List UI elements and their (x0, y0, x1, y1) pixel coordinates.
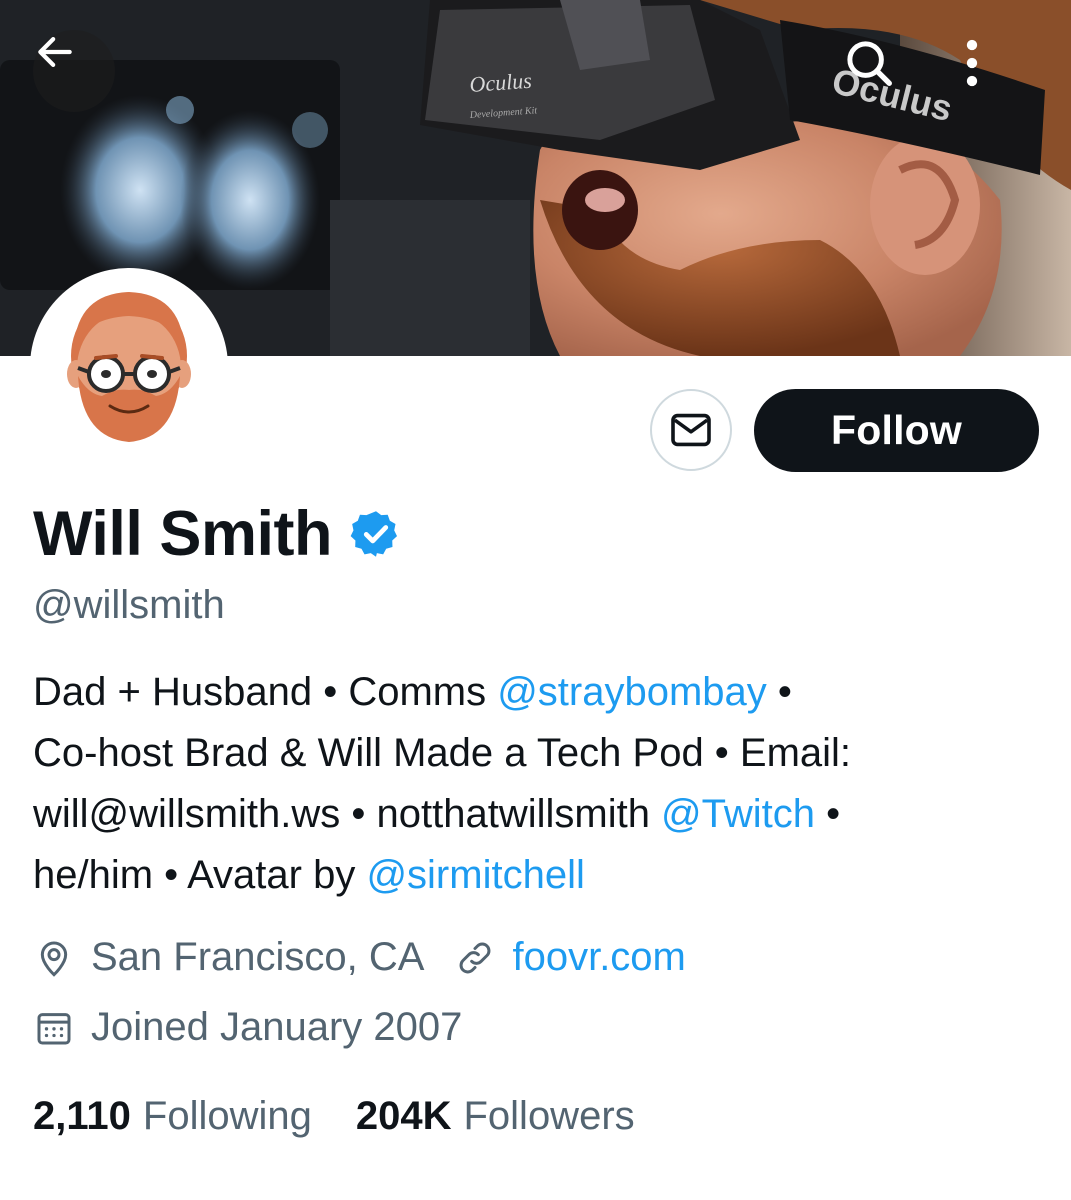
profile-meta-location-website: San Francisco, CA foovr.com (33, 935, 686, 980)
following-stat[interactable]: 2,110 Following (33, 1094, 312, 1139)
mention-link-straybombay[interactable]: @straybombay (497, 670, 767, 714)
profile-bio: Dad + Husband • Comms @straybombay • Co-… (33, 662, 1043, 906)
followers-stat[interactable]: 204K Followers (356, 1094, 635, 1139)
profile-website-link[interactable]: foovr.com (512, 935, 685, 980)
verified-badge-icon[interactable] (350, 508, 402, 560)
profile-joined-date: Joined January 2007 (91, 1005, 463, 1049)
follow-button[interactable]: Follow (754, 389, 1039, 472)
bio-line-3: will@willsmith.ws • notthatwillsmith @Tw… (33, 784, 1043, 845)
bio-text: will@willsmith.ws • notthatwillsmith (33, 792, 662, 836)
arrow-left-icon (38, 37, 72, 67)
profile-stats: 2,110 Following 204K Followers (33, 1094, 635, 1139)
following-count: 2,110 (33, 1094, 131, 1138)
profile-name: Will Smith (33, 499, 332, 569)
followers-count: 204K (355, 1094, 452, 1138)
bio-text: • (766, 670, 792, 714)
location-pin-icon (33, 937, 75, 979)
profile-name-row: Will Smith (33, 496, 402, 572)
profile-handle: @willsmith (33, 583, 225, 627)
profile-location: San Francisco, CA (91, 935, 425, 979)
following-label: Following (142, 1094, 312, 1138)
search-button[interactable] (842, 36, 918, 112)
search-icon (847, 41, 892, 86)
calendar-icon (33, 1007, 75, 1049)
back-button[interactable] (33, 30, 115, 112)
avatar[interactable] (38, 276, 220, 458)
profile-meta-joined: Joined January 2007 (33, 1005, 462, 1050)
mail-icon (671, 413, 711, 447)
bio-text: Dad + Husband • Comms (33, 670, 498, 714)
mention-link-sirmitchell[interactable]: @sirmitchell (366, 853, 584, 897)
mention-link-twitch[interactable]: @Twitch (661, 792, 815, 836)
avatar-illustration (67, 292, 191, 442)
bio-line-4: he/him • Avatar by @sirmitchell (33, 845, 1043, 906)
followers-label: Followers (463, 1094, 635, 1138)
bio-text: he/him • Avatar by (33, 853, 367, 897)
message-button[interactable] (650, 389, 732, 471)
more-vertical-icon (966, 39, 978, 87)
headset-logo-text: Oculus (469, 68, 533, 97)
more-options-button[interactable] (962, 36, 1038, 112)
bio-line-1: Dad + Husband • Comms @straybombay • (33, 662, 1043, 723)
bio-line-2: Co-host Brad & Will Made a Tech Pod • Em… (33, 731, 852, 775)
bio-text: • (815, 792, 841, 836)
link-icon (454, 937, 496, 979)
